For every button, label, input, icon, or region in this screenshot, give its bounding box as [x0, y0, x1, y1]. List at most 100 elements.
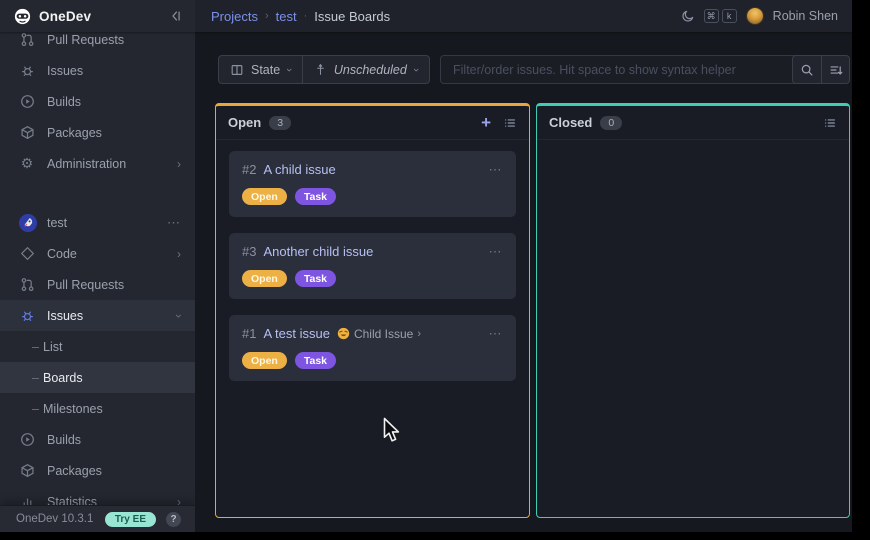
board-column-closed: Closed 0: [536, 103, 850, 518]
brand-area: OneDev: [0, 0, 195, 32]
dark-mode-toggle[interactable]: [681, 9, 695, 23]
dash-icon: –: [28, 340, 43, 354]
state-badge: Open: [242, 188, 287, 205]
breadcrumb-separator: ›: [265, 10, 269, 22]
column-count-badge: 3: [269, 116, 291, 130]
sidebar: Pull Requests Issues Builds Packages ⚙ A…: [0, 32, 195, 532]
list-menu-icon: [503, 116, 517, 130]
breadcrumb-project-link[interactable]: test: [276, 9, 297, 24]
topbar-actions: ⌘ k Robin Shen: [681, 7, 852, 25]
top-bar: OneDev Projects › test · Issue Boards ⌘ …: [0, 0, 852, 32]
sidebar-item-issues-list[interactable]: – List: [0, 331, 195, 362]
chevron-down-icon: ›: [410, 68, 422, 72]
code-diamond-icon: [19, 246, 35, 261]
list-menu-icon: [823, 116, 837, 130]
issue-number: #2: [242, 162, 256, 177]
chevron-right-icon: ›: [177, 247, 181, 261]
open-column-header: Open 3 +: [216, 106, 529, 140]
sidebar-footer: OneDev 10.3.1 Try EE ?: [0, 505, 195, 532]
sidebar-item-packages[interactable]: Packages: [0, 117, 195, 148]
issue-title[interactable]: A test issue: [263, 326, 329, 341]
shortcut-hint: ⌘ k: [704, 9, 737, 23]
sidebar-item-issues-milestones[interactable]: – Milestones: [0, 393, 195, 424]
type-badge: Task: [295, 188, 336, 205]
issue-card[interactable]: #3 Another child issue ⋯ Open Task: [229, 233, 516, 299]
breadcrumb-current-page: Issue Boards: [314, 9, 390, 24]
cmd-key-icon: ⌘: [704, 9, 719, 23]
sidebar-item-builds[interactable]: Builds: [0, 86, 195, 117]
dash-icon: –: [28, 371, 43, 385]
search-icon: [800, 63, 814, 77]
brand-name: OneDev: [39, 9, 169, 24]
filter-bar: State › Unscheduled ›: [218, 55, 850, 84]
child-issue-link[interactable]: Child Issue ›: [337, 327, 421, 341]
issue-title[interactable]: A child issue: [263, 162, 335, 177]
columns-icon: [230, 63, 244, 77]
column-title: Closed: [549, 115, 592, 130]
sidebar-item-pull-requests[interactable]: Pull Requests: [0, 32, 195, 55]
issue-title[interactable]: Another child issue: [263, 244, 373, 259]
play-circle-icon: [19, 432, 35, 447]
package-box-icon: [19, 463, 35, 478]
card-more-icon[interactable]: ⋯: [489, 330, 504, 338]
sidebar-item-issues-boards[interactable]: – Boards: [0, 362, 195, 393]
search-button[interactable]: [793, 56, 821, 83]
milestone-icon: [314, 63, 327, 76]
filter-action-group: [792, 55, 850, 84]
bug-icon: [19, 308, 35, 323]
user-avatar[interactable]: [746, 7, 764, 25]
iteration-dropdown[interactable]: Unscheduled ›: [302, 56, 429, 83]
chevron-right-icon: ›: [417, 328, 421, 340]
board-select-dropdown[interactable]: State ›: [219, 56, 302, 83]
board-filter-group: State › Unscheduled ›: [218, 55, 430, 84]
pull-request-icon: [19, 32, 35, 47]
sidebar-project-header[interactable]: test ⋯: [0, 207, 195, 238]
issue-number: #3: [242, 244, 256, 259]
sidebar-item-code[interactable]: Code ›: [0, 238, 195, 269]
card-more-icon[interactable]: ⋯: [489, 166, 504, 174]
sidebar-item-project-packages[interactable]: Packages: [0, 455, 195, 486]
open-column-cards: #2 A child issue ⋯ Open Task #3 Another …: [216, 140, 529, 392]
closed-column-header: Closed 0: [537, 106, 849, 140]
issue-number: #1: [242, 326, 256, 341]
dash-icon: –: [28, 402, 43, 416]
sidebar-collapse-button[interactable]: [169, 9, 183, 23]
main-content: State › Unscheduled ›: [195, 32, 852, 532]
breadcrumb: Projects › test · Issue Boards: [195, 9, 681, 24]
order-button[interactable]: [821, 56, 849, 83]
board-column-open: Open 3 + #2 A child issue ⋯ Open: [215, 103, 530, 518]
package-box-icon: [19, 125, 35, 140]
help-icon[interactable]: ?: [166, 512, 181, 527]
breadcrumb-projects-link[interactable]: Projects: [211, 9, 258, 24]
app-window: OneDev Projects › test · Issue Boards ⌘ …: [0, 0, 852, 532]
column-title: Open: [228, 115, 261, 130]
sidebar-section-gap: [0, 179, 195, 207]
project-menu-ellipsis-icon[interactable]: ⋯: [167, 215, 181, 231]
laughing-emoji-icon: [337, 327, 350, 340]
type-badge: Task: [295, 270, 336, 287]
issue-card[interactable]: #1 A test issue Child Issue › ⋯ Open Tas…: [229, 315, 516, 381]
sidebar-item-project-issues[interactable]: Issues ›: [0, 300, 195, 331]
gear-icon: ⚙: [19, 155, 35, 172]
add-card-button[interactable]: +: [481, 114, 491, 131]
user-name[interactable]: Robin Shen: [773, 9, 838, 23]
play-circle-icon: [19, 94, 35, 109]
card-more-icon[interactable]: ⋯: [489, 248, 504, 256]
breadcrumb-separator: ·: [304, 10, 308, 22]
chevron-down-icon: ›: [283, 68, 295, 72]
column-menu-button[interactable]: [823, 116, 837, 130]
type-badge: Task: [295, 352, 336, 369]
sidebar-item-project-pull-requests[interactable]: Pull Requests: [0, 269, 195, 300]
closed-column-cards: [537, 140, 849, 162]
chevron-down-icon: ›: [172, 314, 186, 318]
issue-card[interactable]: #2 A child issue ⋯ Open Task: [229, 151, 516, 217]
pull-request-icon: [19, 277, 35, 292]
sidebar-item-administration[interactable]: ⚙ Administration ›: [0, 148, 195, 179]
sidebar-item-issues[interactable]: Issues: [0, 55, 195, 86]
issue-filter-input[interactable]: [440, 55, 813, 84]
sidebar-item-project-builds[interactable]: Builds: [0, 424, 195, 455]
try-ee-badge[interactable]: Try EE: [105, 512, 156, 527]
column-menu-button[interactable]: [503, 116, 517, 130]
chevron-right-icon: ›: [177, 157, 181, 171]
bug-icon: [19, 63, 35, 78]
